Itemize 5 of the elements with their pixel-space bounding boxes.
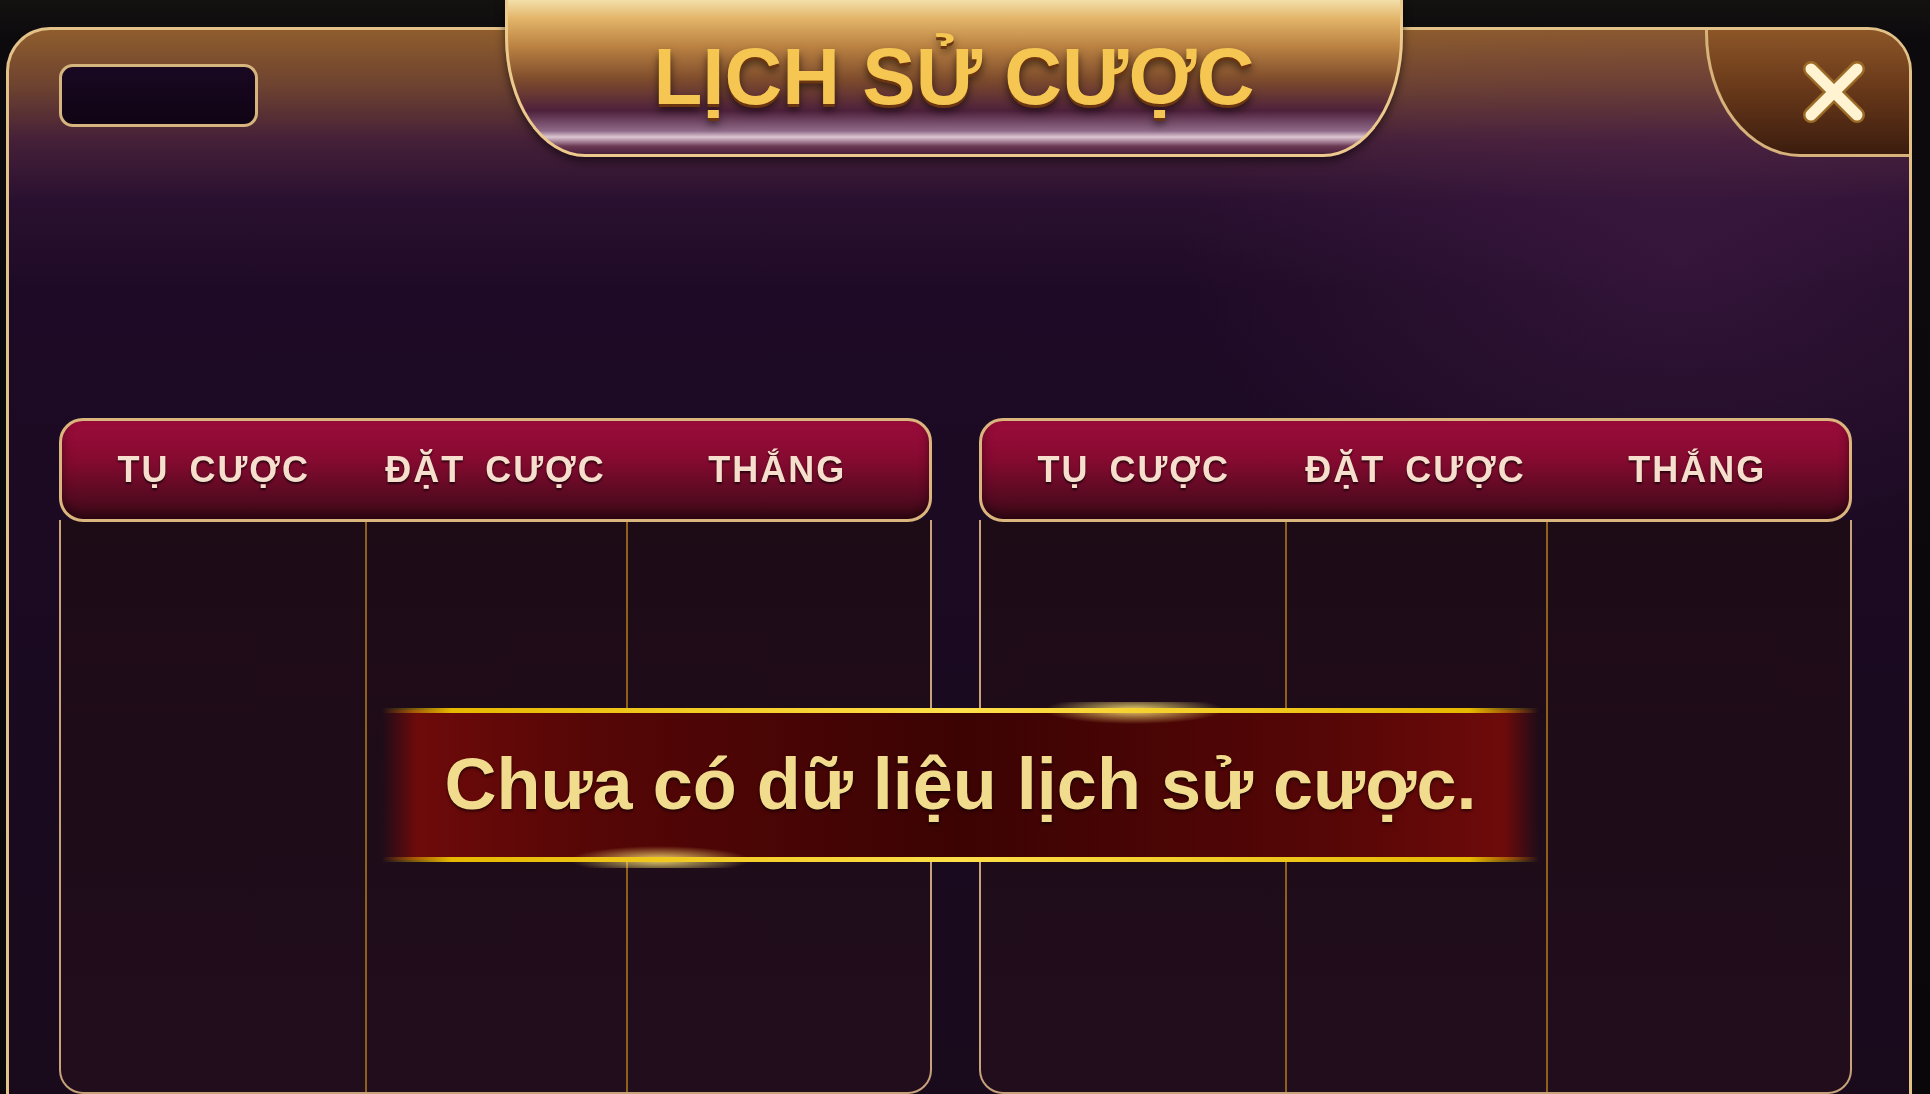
empty-history-message: Chưa có dữ liệu lịch sử cược. [444,745,1477,825]
close-button[interactable] [1705,30,1909,157]
column-header: TỤ CƯỢC [1037,452,1230,488]
close-icon [1802,61,1865,123]
column-header: TỤ CƯỢC [117,452,310,488]
